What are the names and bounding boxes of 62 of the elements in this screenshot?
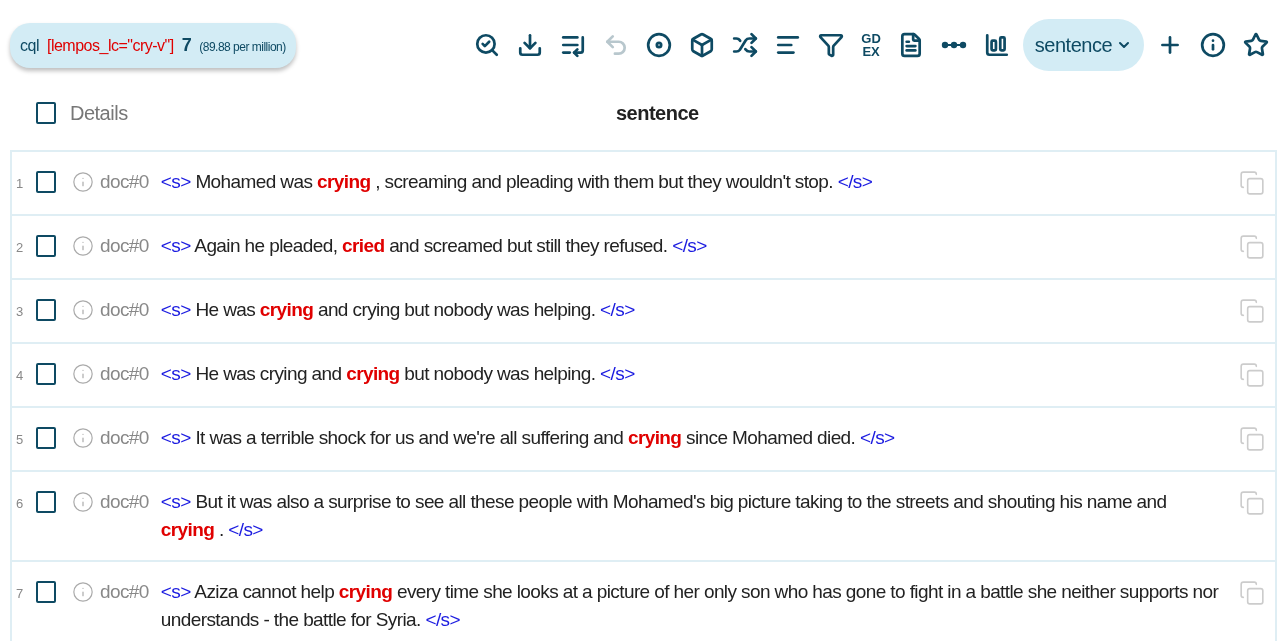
concordance-line: <s> Aziza cannot help crying every time she looks at a picture of her only son who has gone to fight in a battle she neither supports nor understands - the battle for Syria. </s>: [160, 580, 1220, 632]
concordance-line: <s> But it was also a surprise to see all these people with Mohamed's big picture taking to the streets and shouting his name and crying . </s>: [160, 490, 1168, 542]
gdex-button[interactable]: GD EX: [857, 32, 885, 58]
document-link[interactable]: doc#0: [100, 232, 149, 260]
document-link[interactable]: doc#0: [100, 360, 149, 388]
checkbox[interactable]: [36, 299, 56, 321]
cube-icon: [689, 32, 716, 58]
info-icon: [1200, 32, 1226, 58]
query-type: cql: [20, 35, 39, 56]
checkbox[interactable]: [36, 363, 56, 385]
column-header[interactable]: sentence: [127, 98, 1247, 128]
document-link[interactable]: doc#0: [100, 296, 149, 324]
view-dropdown[interactable]: sentence: [1022, 19, 1144, 71]
concordance-line: <s> He was crying and crying but nobody was helping. </s>: [160, 298, 636, 322]
copy-icon: [1239, 426, 1265, 452]
info-icon: [72, 235, 94, 257]
document-link[interactable]: doc#0: [100, 578, 149, 606]
frequency-rate: (89.88 per million): [199, 38, 286, 56]
document-link[interactable]: doc#0: [100, 488, 149, 516]
row-number: 6: [16, 495, 24, 513]
row-number: 5: [16, 431, 24, 449]
document-link[interactable]: doc#0: [100, 424, 149, 452]
copy-icon: [1239, 298, 1265, 324]
checkbox[interactable]: [36, 581, 56, 603]
row-number: 2: [16, 239, 24, 257]
query-badge[interactable]: cql [lempos_lc="cry-v"] 7 (89.88 per million): [10, 22, 296, 68]
hit-count: 7: [181, 33, 192, 57]
copy-icon: [1239, 234, 1265, 260]
document-link[interactable]: doc#0: [100, 168, 149, 196]
concordance-line: <s> Mohamed was crying , screaming and pleading with them but they wouldn't stop. </s>: [160, 170, 874, 194]
star-icon: [1243, 32, 1269, 58]
info-icon: [72, 299, 94, 321]
checkbox[interactable]: [36, 235, 56, 257]
row-number: 4: [16, 367, 24, 385]
bar-chart-icon: [983, 32, 1010, 58]
copy-icon: [1239, 362, 1265, 388]
dots-icon: [940, 41, 967, 49]
row-number: 7: [16, 585, 24, 603]
search-icon: [474, 32, 501, 58]
row-number: 3: [16, 303, 24, 321]
checkbox[interactable]: [36, 171, 56, 193]
shuffle-icon: [732, 32, 759, 58]
download-icon: [517, 32, 544, 58]
query-expression: [lempos_lc="cry-v"]: [46, 35, 174, 56]
info-icon: [72, 427, 94, 449]
concordance-line: <s> Again he pleaded, cried and screamed but still they refused. </s>: [160, 234, 708, 258]
info-icon: [72, 171, 94, 193]
column-header: Details: [70, 101, 128, 126]
info-icon: [72, 363, 94, 385]
concordance-line: <s> He was crying and crying but nobody was helping. </s>: [160, 362, 636, 386]
checkbox[interactable]: [36, 427, 56, 449]
copy-icon: [1239, 580, 1265, 606]
row-number: 1: [16, 175, 24, 193]
info-icon: [72, 491, 94, 513]
filter-icon: [818, 32, 845, 58]
info-icon: [72, 581, 94, 603]
concordance-line: <s> It was a terrible shock for us and we're all suffering and crying since Mohamed died. </s>: [160, 426, 896, 450]
checkbox[interactable]: [36, 491, 56, 513]
copy-icon: [1239, 490, 1265, 516]
disc-icon: [646, 32, 673, 58]
checkbox[interactable]: [36, 102, 56, 124]
copy-icon: [1239, 170, 1265, 196]
